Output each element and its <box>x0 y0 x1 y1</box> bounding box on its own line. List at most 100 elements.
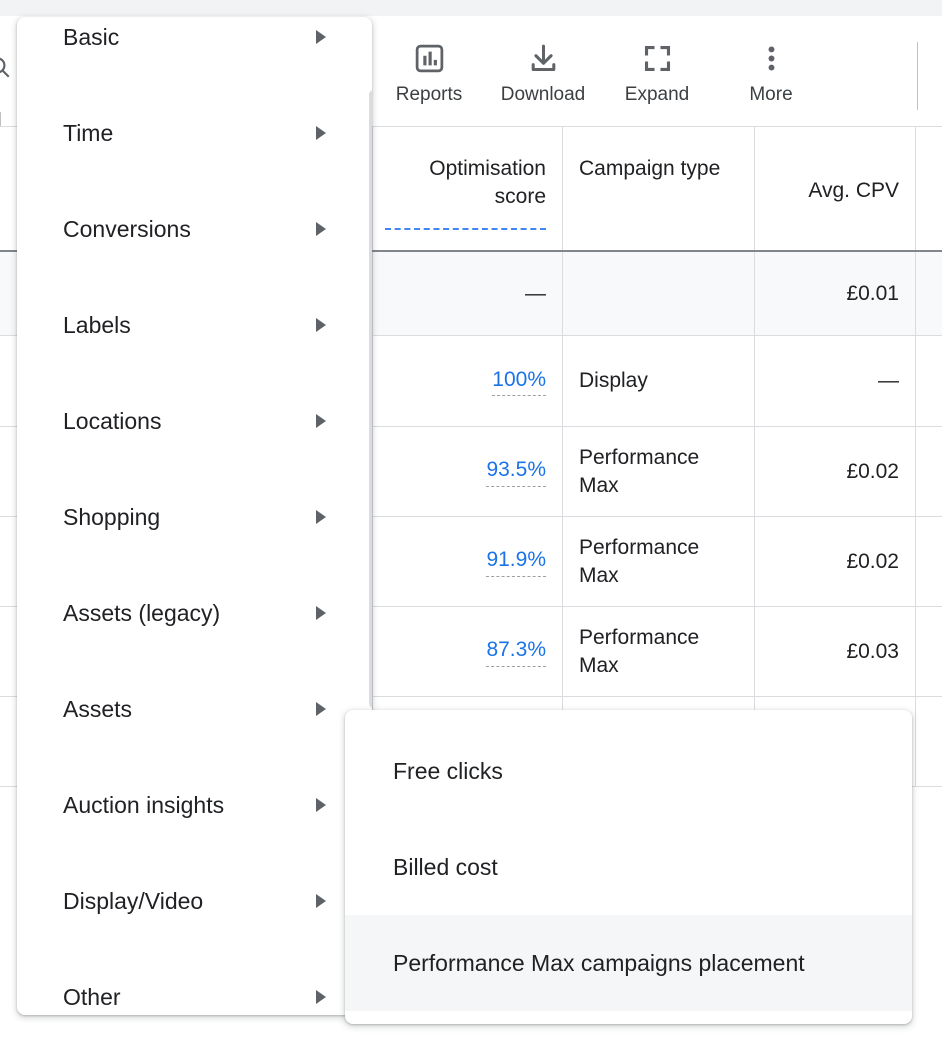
menu-item-assets[interactable]: Assets <box>17 661 372 757</box>
reports-label: Reports <box>396 84 463 106</box>
cell-overflow <box>915 336 942 426</box>
submenu-item-label: Performance Max campaigns placement <box>393 950 805 977</box>
submenu-item-billed-cost[interactable]: Billed cost <box>345 819 912 915</box>
cell-text: — <box>525 280 546 307</box>
chevron-right-icon <box>316 30 326 44</box>
column-header-overflow <box>915 127 942 253</box>
menu-item-label: Assets <box>63 696 308 723</box>
menu-item-label: Other <box>63 984 308 1011</box>
cell-avg-cpv: £0.01 <box>754 252 915 335</box>
menu-item-label: Basic <box>63 24 308 51</box>
chevron-right-icon <box>316 798 326 812</box>
submenu-item-label: Free clicks <box>393 758 503 785</box>
submenu-item-label: Billed cost <box>393 854 498 881</box>
page-top-strip <box>0 0 942 16</box>
optimisation-score-link[interactable]: 87.3% <box>486 636 546 666</box>
optimisation-score-link[interactable]: 93.5% <box>486 456 546 486</box>
cell-avg-cpv: £0.02 <box>754 517 915 606</box>
cell-text: Performance Max <box>579 534 744 589</box>
menu-item-label: Auction insights <box>63 792 308 819</box>
menu-item-labels[interactable]: Labels <box>17 277 372 373</box>
cell-optimisation-score[interactable]: 91.9% <box>372 517 562 606</box>
other-submenu: Free clicks Billed cost Performance Max ca… <box>345 710 912 1024</box>
menu-item-label: Conversions <box>63 216 308 243</box>
chevron-right-icon <box>316 222 326 236</box>
toolbar-divider <box>917 42 918 110</box>
menu-item-label: Shopping <box>63 504 308 531</box>
menu-item-locations[interactable]: Locations <box>17 373 372 469</box>
download-icon <box>527 38 560 78</box>
more-vertical-icon <box>756 38 787 78</box>
column-header-campaign-type[interactable]: Campaign type <box>562 127 754 253</box>
cell-text: — <box>878 367 899 394</box>
cell-campaign-type: Performance Max <box>562 517 754 606</box>
expand-icon <box>642 38 673 78</box>
more-label: More <box>749 84 792 106</box>
menu-item-label: Display/Video <box>63 888 308 915</box>
submenu-item-performance-max-campaigns-placement[interactable]: Performance Max campaigns placement <box>345 915 912 1011</box>
chevron-right-icon <box>316 510 326 524</box>
download-button[interactable]: Download <box>486 16 600 126</box>
submenu-item-free-clicks[interactable]: Free clicks <box>345 723 912 819</box>
optimisation-score-link[interactable]: 100% <box>492 366 546 396</box>
menu-item-basic[interactable]: Basic <box>17 17 372 85</box>
cell-text: Performance Max <box>579 444 744 499</box>
cell-campaign-type <box>562 252 754 335</box>
app-root: rd Reports <box>0 0 942 1052</box>
chevron-right-icon <box>316 126 326 140</box>
column-header-optimisation-score[interactable]: Optimisation score <box>372 127 562 253</box>
reports-bar-chart-icon <box>413 38 446 78</box>
menu-item-label: Labels <box>63 312 308 339</box>
chevron-right-icon <box>316 414 326 428</box>
column-header-avg-cpv[interactable]: Avg. CPV <box>754 127 915 253</box>
cell-overflow <box>915 517 942 606</box>
menu-item-auction-insights[interactable]: Auction insights <box>17 757 372 853</box>
cell-overflow <box>915 607 942 696</box>
cell-text: Display <box>579 367 648 394</box>
cell-overflow <box>915 427 942 516</box>
cell-optimisation-score: — <box>372 252 562 335</box>
menu-item-label: Assets (legacy) <box>63 600 308 627</box>
expand-label: Expand <box>625 84 689 106</box>
cell-text: £0.02 <box>846 458 899 485</box>
column-header-label: Campaign type <box>579 157 720 180</box>
cell-text: £0.02 <box>846 548 899 575</box>
cell-optimisation-score[interactable]: 87.3% <box>372 607 562 696</box>
cell-text: £0.01 <box>846 280 899 307</box>
cell-avg-cpv: £0.03 <box>754 607 915 696</box>
columns-category-menu: Basic Time Conversions Labels Locations Shopp… <box>17 17 372 1015</box>
reports-button[interactable]: Reports <box>372 16 486 126</box>
menu-item-other[interactable]: Other <box>17 949 372 1015</box>
cell-optimisation-score[interactable]: 93.5% <box>372 427 562 516</box>
menu-scrollbar[interactable] <box>369 90 372 708</box>
expand-button[interactable]: Expand <box>600 16 714 126</box>
chevron-right-icon <box>316 606 326 620</box>
menu-item-label: Time <box>63 120 308 147</box>
column-header-label: Avg. CPV <box>808 179 899 202</box>
cell-overflow <box>915 252 942 335</box>
menu-item-label: Locations <box>63 408 308 435</box>
menu-item-display-video[interactable]: Display/Video <box>17 853 372 949</box>
more-button[interactable]: More <box>714 16 828 126</box>
cell-optimisation-score[interactable]: 100% <box>372 336 562 426</box>
cell-campaign-type: Performance Max <box>562 607 754 696</box>
sort-indicator <box>385 228 546 230</box>
chevron-right-icon <box>316 894 326 908</box>
menu-item-time[interactable]: Time <box>17 85 372 181</box>
cell-text: Performance Max <box>579 624 744 679</box>
chevron-right-icon <box>316 318 326 332</box>
optimisation-score-link[interactable]: 91.9% <box>486 546 546 576</box>
cell-avg-cpv: — <box>754 336 915 426</box>
cell-campaign-type: Display <box>562 336 754 426</box>
column-header-label: Optimisation score <box>429 157 546 208</box>
menu-item-assets-legacy[interactable]: Assets (legacy) <box>17 565 372 661</box>
cell-overflow <box>915 697 942 786</box>
table-toolbar: Reports Download <box>372 16 942 126</box>
menu-item-shopping[interactable]: Shopping <box>17 469 372 565</box>
cell-text: £0.03 <box>846 638 899 665</box>
cell-avg-cpv: £0.02 <box>754 427 915 516</box>
chevron-right-icon <box>316 702 326 716</box>
download-label: Download <box>501 84 586 106</box>
cell-campaign-type: Performance Max <box>562 427 754 516</box>
menu-item-conversions[interactable]: Conversions <box>17 181 372 277</box>
